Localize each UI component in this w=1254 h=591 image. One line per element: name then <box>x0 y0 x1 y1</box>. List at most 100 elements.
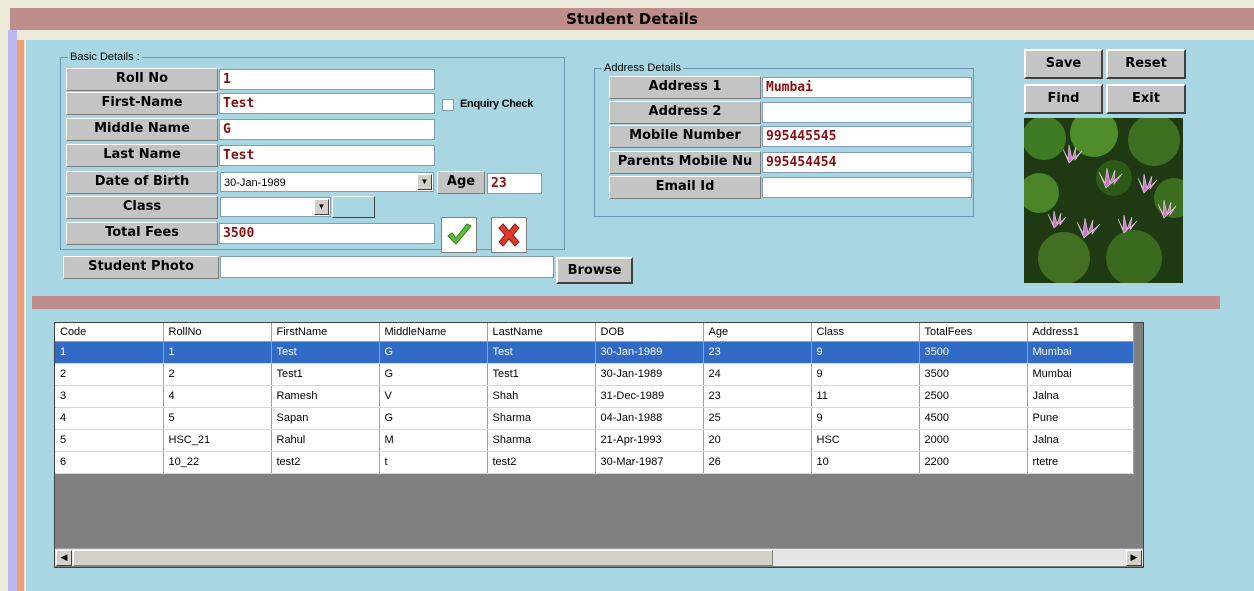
table-cell[interactable]: Jalna <box>1027 385 1134 408</box>
table-cell[interactable]: 3500 <box>919 363 1028 386</box>
table-cell[interactable]: 4 <box>55 407 164 430</box>
table-cell[interactable]: rtetre <box>1027 451 1134 474</box>
table-cell[interactable]: Ramesh <box>271 385 380 408</box>
table-cell[interactable]: 04-Jan-1988 <box>595 407 704 430</box>
confirm-button[interactable] <box>441 217 477 253</box>
table-cell[interactable]: Mumbai <box>1027 341 1134 364</box>
table-cell[interactable]: V <box>379 385 488 408</box>
total-fees-input[interactable]: 3500 <box>219 223 435 244</box>
table-cell[interactable]: Test <box>271 341 380 364</box>
address2-input[interactable] <box>762 102 972 123</box>
table-cell[interactable]: 23 <box>703 341 812 364</box>
table-cell[interactable]: 30-Mar-1987 <box>595 451 704 474</box>
email-input[interactable] <box>762 177 972 198</box>
table-cell[interactable]: 5 <box>55 429 164 452</box>
student-photo-path-input[interactable] <box>220 256 554 278</box>
table-cell[interactable]: 30-Jan-1989 <box>595 341 704 364</box>
table-cell[interactable]: 3 <box>55 385 164 408</box>
horizontal-scrollbar[interactable]: ◀ ▶ <box>55 548 1143 566</box>
table-cell[interactable]: 23 <box>703 385 812 408</box>
table-cell[interactable]: 31-Dec-1989 <box>595 385 704 408</box>
table-cell[interactable]: HSC_21 <box>163 429 272 452</box>
table-cell[interactable]: Test <box>487 341 596 364</box>
table-cell[interactable]: 21-Apr-1993 <box>595 429 704 452</box>
last-name-input[interactable]: Test <box>219 145 435 166</box>
table-cell[interactable]: Shah <box>487 385 596 408</box>
table-row[interactable]: 1 1 Test G Test 30-Jan-1989 23 9 3500 Mumbai <box>55 341 1134 364</box>
table-cell[interactable]: 26 <box>703 451 812 474</box>
table-cell[interactable]: 9 <box>811 407 920 430</box>
table-cell[interactable]: 3500 <box>919 341 1028 364</box>
table-row[interactable]: 2 2 Test1 G Test1 30-Jan-1989 24 9 3500 Mumbai <box>55 363 1134 386</box>
first-name-input[interactable]: Test <box>219 93 435 114</box>
table-row[interactable]: 4 5 Sapan G Sharma 04-Jan-1988 25 9 4500 Pune <box>55 407 1134 430</box>
column-header-lastname[interactable]: LastName <box>487 323 596 342</box>
table-cell[interactable]: Sharma <box>487 407 596 430</box>
column-header-dob[interactable]: DOB <box>595 323 704 342</box>
table-cell[interactable]: G <box>379 407 488 430</box>
table-cell[interactable]: 1 <box>55 341 164 364</box>
parents-mobile-input[interactable]: 995454454 <box>762 152 972 173</box>
table-cell[interactable]: HSC <box>811 429 920 452</box>
table-cell[interactable]: 24 <box>703 363 812 386</box>
column-header-age[interactable]: Age <box>703 323 812 342</box>
scroll-left-icon[interactable]: ◀ <box>56 550 72 566</box>
table-cell[interactable]: G <box>379 341 488 364</box>
table-cell[interactable]: 1 <box>163 341 272 364</box>
column-header-code[interactable]: Code <box>55 323 164 342</box>
middle-name-input[interactable]: G <box>219 119 435 140</box>
address1-input[interactable]: Mumbai <box>762 77 972 98</box>
exit-button[interactable]: Exit <box>1106 84 1186 114</box>
table-cell[interactable]: 9 <box>811 341 920 364</box>
table-cell[interactable]: 9 <box>811 363 920 386</box>
cancel-button[interactable] <box>491 217 527 253</box>
table-cell[interactable]: test2 <box>487 451 596 474</box>
reset-button[interactable]: Reset <box>1106 49 1186 79</box>
table-cell[interactable]: 4500 <box>919 407 1028 430</box>
column-header-address1[interactable]: Address1 <box>1027 323 1134 342</box>
table-cell[interactable]: 30-Jan-1989 <box>595 363 704 386</box>
table-cell[interactable]: 2000 <box>919 429 1028 452</box>
table-cell[interactable]: M <box>379 429 488 452</box>
enquiry-checkbox[interactable] <box>442 99 454 111</box>
table-cell[interactable]: 2 <box>163 363 272 386</box>
column-header-class[interactable]: Class <box>811 323 920 342</box>
table-cell[interactable]: Sapan <box>271 407 380 430</box>
dob-picker[interactable]: 30-Jan-1989 ▼ <box>220 172 434 192</box>
column-header-firstname[interactable]: FirstName <box>271 323 380 342</box>
browse-button[interactable]: Browse <box>556 257 633 284</box>
chevron-down-icon[interactable]: ▼ <box>417 174 432 190</box>
table-cell[interactable]: 2 <box>55 363 164 386</box>
table-cell[interactable]: t <box>379 451 488 474</box>
table-cell[interactable]: G <box>379 363 488 386</box>
column-header-rollno[interactable]: RollNo <box>163 323 272 342</box>
table-cell[interactable]: 6 <box>55 451 164 474</box>
table-cell[interactable]: 4 <box>163 385 272 408</box>
table-cell[interactable]: Mumbai <box>1027 363 1134 386</box>
table-cell[interactable]: 25 <box>703 407 812 430</box>
class-add-button[interactable] <box>332 196 375 218</box>
table-cell[interactable]: 11 <box>811 385 920 408</box>
table-cell[interactable]: Sharma <box>487 429 596 452</box>
table-row[interactable]: 5 HSC_21 Rahul M Sharma 21-Apr-1993 20 HSC 2000 J… <box>55 429 1134 452</box>
scroll-thumb[interactable] <box>73 550 773 566</box>
table-cell[interactable]: Jalna <box>1027 429 1134 452</box>
mobile-number-input[interactable]: 995445545 <box>762 126 972 147</box>
table-cell[interactable]: 10 <box>811 451 920 474</box>
students-grid[interactable]: Code RollNo FirstName MiddleName LastName DOB… <box>54 322 1144 568</box>
find-button[interactable]: Find <box>1024 84 1103 114</box>
class-select[interactable]: ▼ <box>220 197 331 217</box>
scroll-right-icon[interactable]: ▶ <box>1126 550 1142 566</box>
table-row[interactable]: 6 10_22 test2 t test2 30-Mar-1987 26 10 2200 rtet… <box>55 451 1134 474</box>
table-cell[interactable]: 2500 <box>919 385 1028 408</box>
chevron-down-icon[interactable]: ▼ <box>314 199 329 215</box>
table-cell[interactable]: Test1 <box>271 363 380 386</box>
table-cell[interactable]: Rahul <box>271 429 380 452</box>
table-cell[interactable]: 2200 <box>919 451 1028 474</box>
column-header-middlename[interactable]: MiddleName <box>379 323 488 342</box>
table-cell[interactable]: Test1 <box>487 363 596 386</box>
table-cell[interactable]: test2 <box>271 451 380 474</box>
table-row[interactable]: 3 4 Ramesh V Shah 31-Dec-1989 23 11 2500 Jalna <box>55 385 1134 408</box>
table-cell[interactable]: 10_22 <box>163 451 272 474</box>
table-cell[interactable]: 20 <box>703 429 812 452</box>
